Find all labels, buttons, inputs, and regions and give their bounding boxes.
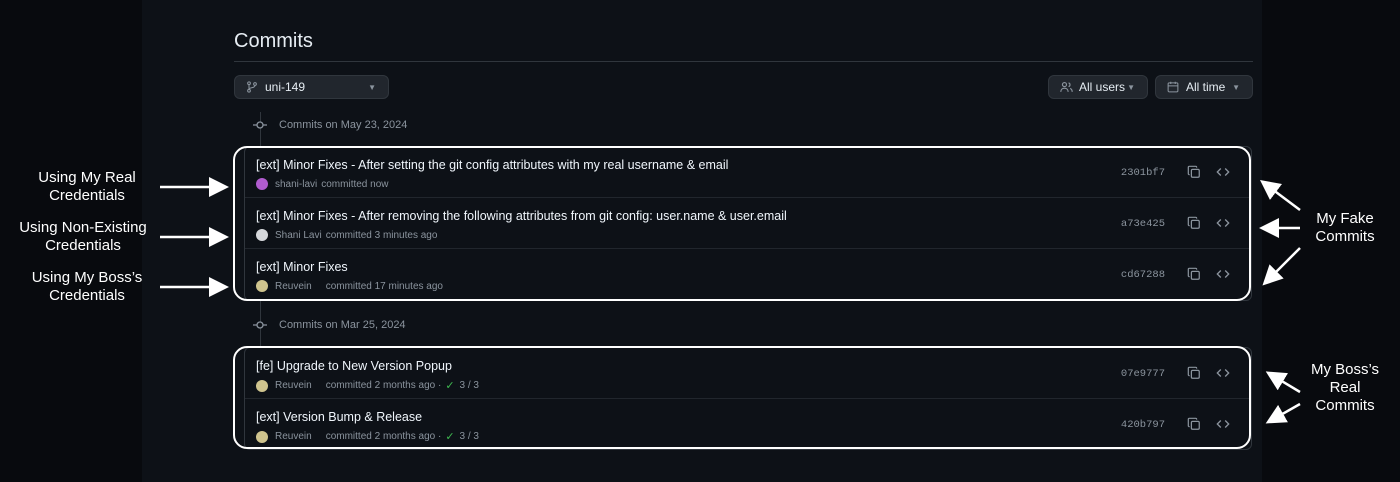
chevron-down-icon: ▼ (368, 82, 376, 92)
time-filter-button[interactable]: All time ▼ (1155, 75, 1253, 99)
title-divider (234, 61, 1253, 62)
boss-commits-highlight (233, 346, 1251, 449)
annotation-nonexisting-credentials: Using Non-Existing Credentials (19, 219, 147, 254)
commit-group-heading: Commits on Mar 25, 2024 (252, 317, 406, 333)
chevron-down-icon: ▼ (1232, 82, 1240, 92)
git-commit-icon (252, 117, 268, 133)
annotation-boss-credentials: Using My Boss’s Credentials (31, 269, 143, 304)
git-commit-icon (252, 317, 268, 333)
time-filter-label: All time (1186, 80, 1226, 94)
commit-group-date: Commits on May 23, 2024 (279, 119, 408, 131)
fake-commits-highlight (233, 146, 1251, 301)
users-filter-button[interactable]: All users ▼ (1048, 75, 1148, 99)
chevron-down-icon: ▼ (1127, 82, 1135, 92)
annotation-fake-commits: My Fake Commits (1315, 210, 1375, 245)
commit-group-heading: Commits on May 23, 2024 (252, 117, 407, 133)
annotation-real-credentials: Using My Real Credentials (38, 169, 136, 204)
page-title: Commits (234, 30, 313, 52)
people-icon (1059, 80, 1073, 94)
annotation-boss-real-commits: My Boss’s Real Commits (1310, 361, 1380, 414)
branch-name: uni-149 (265, 80, 306, 94)
calendar-icon (1166, 80, 1180, 94)
git-branch-icon (245, 80, 259, 94)
users-filter-label: All users (1079, 80, 1126, 94)
commit-group-date: Commits on Mar 25, 2024 (279, 319, 406, 331)
branch-selector-button[interactable]: uni-149 ▼ (234, 75, 389, 99)
